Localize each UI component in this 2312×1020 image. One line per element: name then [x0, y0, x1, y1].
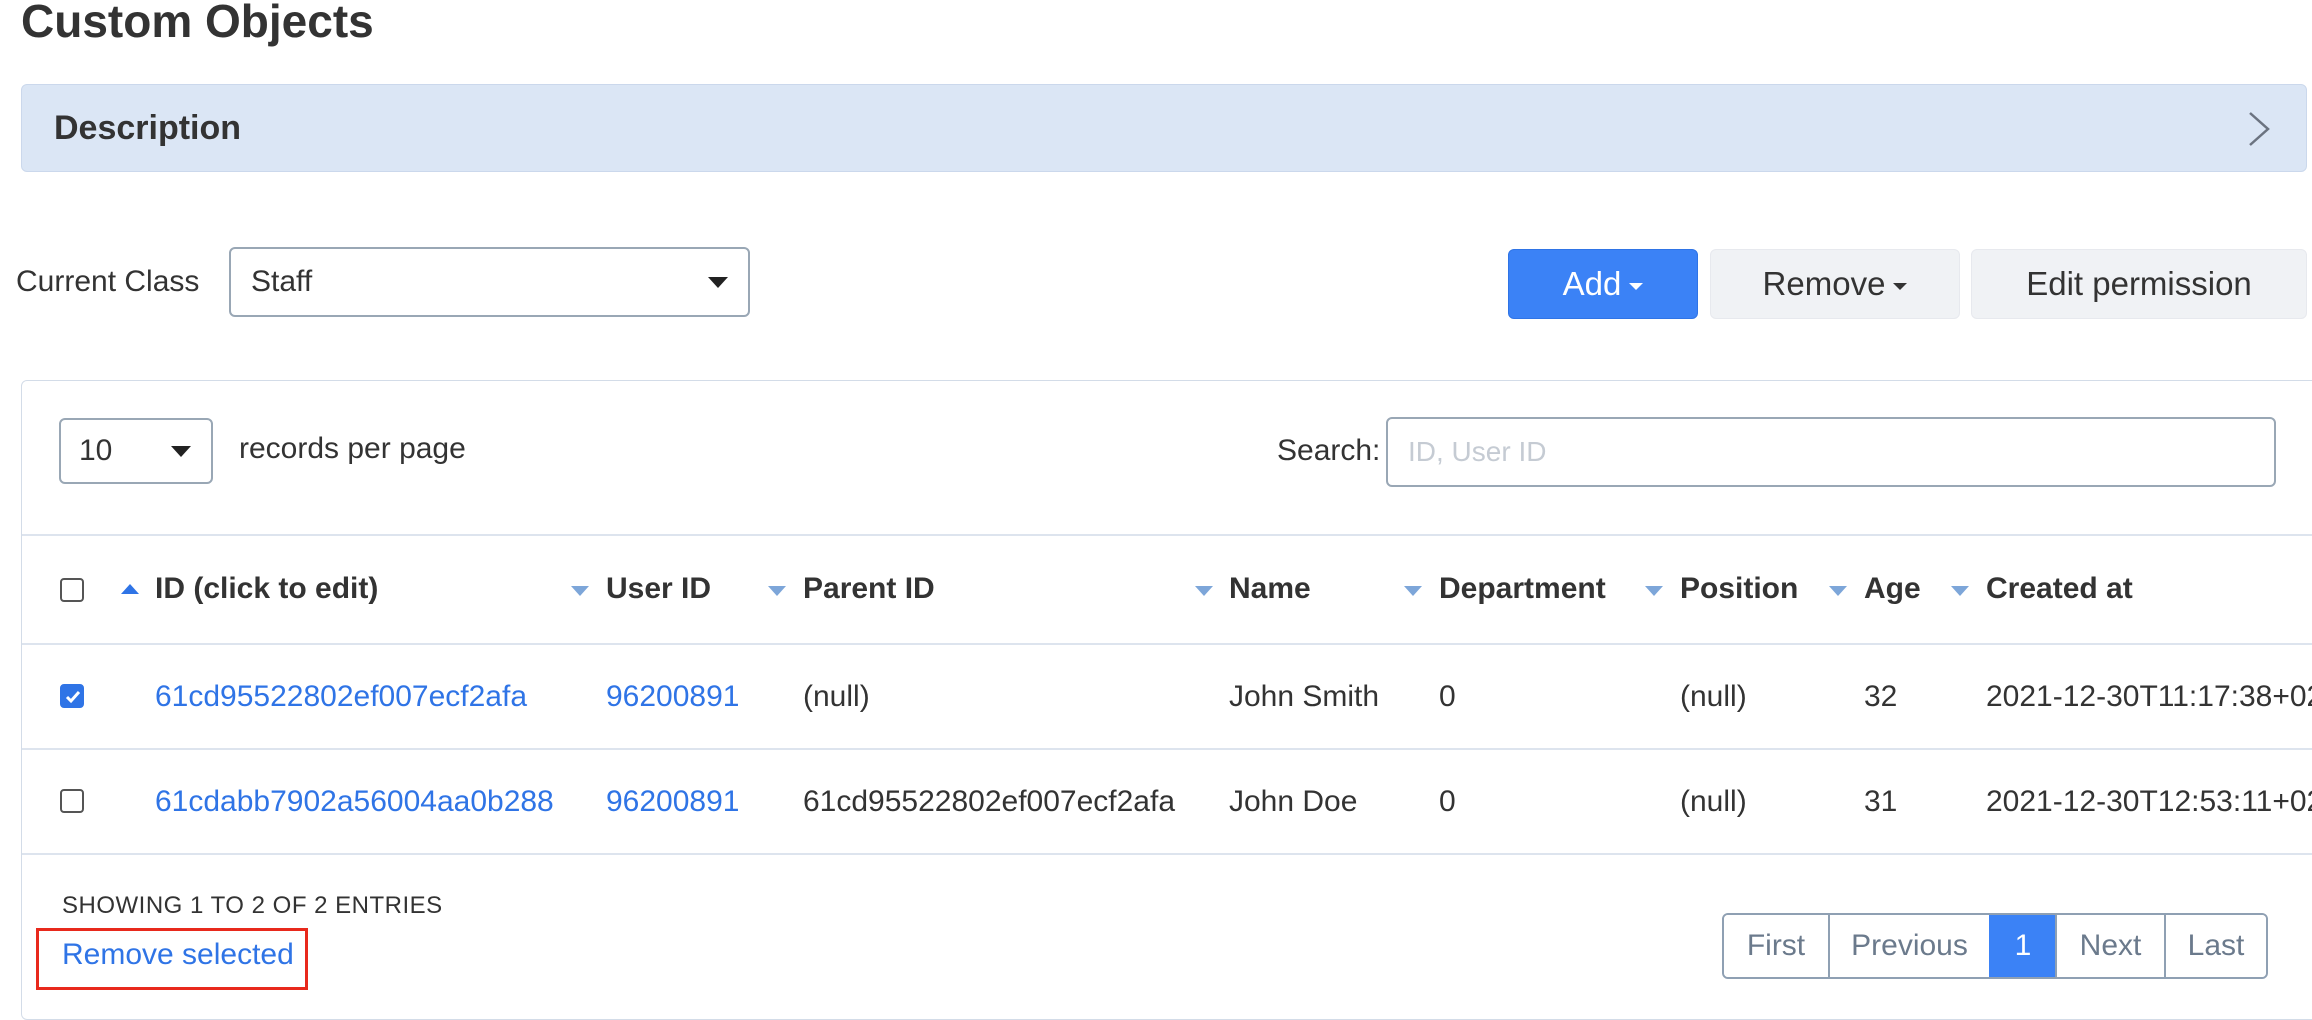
row-department: 0 — [1439, 785, 1456, 818]
pagination-last[interactable]: Last — [2164, 915, 2266, 977]
pagination-next[interactable]: Next — [2055, 915, 2164, 977]
description-title: Description — [54, 108, 242, 147]
row-id-link[interactable]: 61cd95522802ef007ecf2afa — [155, 680, 527, 714]
divider — [22, 534, 2312, 536]
pagination-page-1[interactable]: 1 — [1989, 915, 2055, 977]
row-checkbox[interactable] — [60, 789, 84, 813]
row-age: 31 — [1864, 785, 1898, 818]
row-user-id-link[interactable]: 96200891 — [606, 785, 739, 819]
remove-button[interactable]: Remove — [1710, 249, 1960, 319]
caret-down-icon — [171, 446, 191, 457]
select-all-checkbox[interactable] — [60, 578, 84, 602]
edit-permission-label: Edit permission — [2026, 265, 2252, 302]
sort-icon[interactable] — [768, 586, 786, 596]
chevron-right-icon — [2249, 112, 2270, 146]
column-header-id[interactable]: ID (click to edit) — [155, 572, 378, 606]
column-header-name[interactable]: Name — [1229, 572, 1311, 606]
current-class-value: Staff — [251, 265, 313, 298]
column-header-parent-id[interactable]: Parent ID — [803, 572, 935, 606]
pagination-previous[interactable]: Previous — [1828, 915, 1989, 977]
divider — [22, 643, 2312, 645]
row-parent-id: (null) — [803, 680, 870, 713]
remove-button-label: Remove — [1762, 265, 1886, 302]
records-per-page-label: records per page — [239, 432, 466, 465]
pagination-first[interactable]: First — [1724, 915, 1828, 977]
edit-permission-button[interactable]: Edit permission — [1971, 249, 2307, 319]
row-parent-id: 61cd95522802ef007ecf2afa — [803, 785, 1176, 818]
remove-selected-link[interactable]: Remove selected — [62, 938, 294, 972]
column-header-user-id[interactable]: User ID — [606, 572, 711, 606]
sort-icon[interactable] — [1645, 586, 1663, 596]
caret-down-icon — [1893, 282, 1908, 290]
row-created-at: 2021-12-30T11:17:38+02 — [1986, 680, 2312, 713]
caret-down-icon — [1629, 282, 1644, 290]
sort-ascending-icon[interactable] — [121, 584, 139, 594]
divider — [22, 748, 2312, 750]
sort-icon[interactable] — [1829, 586, 1847, 596]
description-accordion[interactable]: Description — [21, 84, 2307, 172]
row-age: 32 — [1864, 680, 1898, 713]
custom-objects-page: Custom Objects Description Current Class… — [0, 0, 2312, 1020]
column-header-department[interactable]: Department — [1439, 572, 1606, 606]
row-name: John Doe — [1229, 785, 1358, 818]
row-position: (null) — [1680, 680, 1747, 713]
records-per-page-value: 10 — [79, 434, 113, 467]
search-input[interactable] — [1386, 417, 2276, 487]
sort-icon[interactable] — [1195, 586, 1213, 596]
row-position: (null) — [1680, 785, 1747, 818]
row-created-at: 2021-12-30T12:53:11+02 — [1986, 785, 2312, 818]
row-user-id-link[interactable]: 96200891 — [606, 680, 739, 714]
caret-down-icon — [708, 277, 728, 288]
row-id-link[interactable]: 61cdabb7902a56004aa0b288 — [155, 785, 554, 819]
column-header-position[interactable]: Position — [1680, 572, 1798, 606]
row-checkbox[interactable] — [60, 684, 84, 708]
divider — [22, 853, 2312, 855]
entries-info: SHOWING 1 TO 2 OF 2 ENTRIES — [62, 892, 443, 919]
sort-icon[interactable] — [571, 586, 589, 596]
current-class-select[interactable]: Staff — [229, 247, 750, 317]
sort-icon[interactable] — [1404, 586, 1422, 596]
page-title: Custom Objects — [21, 0, 374, 47]
column-header-age[interactable]: Age — [1864, 572, 1921, 606]
current-class-label: Current Class — [16, 265, 200, 298]
add-button[interactable]: Add — [1508, 249, 1698, 319]
row-department: 0 — [1439, 680, 1456, 713]
column-header-created-at[interactable]: Created at — [1986, 572, 2133, 606]
row-name: John Smith — [1229, 680, 1380, 713]
records-per-page-select[interactable]: 10 — [59, 418, 213, 484]
checkmark-icon — [65, 691, 81, 704]
pagination: First Previous 1 Next Last — [1722, 913, 2268, 979]
search-label: Search: — [1277, 434, 1381, 467]
add-button-label: Add — [1562, 265, 1622, 302]
sort-icon[interactable] — [1951, 586, 1969, 596]
